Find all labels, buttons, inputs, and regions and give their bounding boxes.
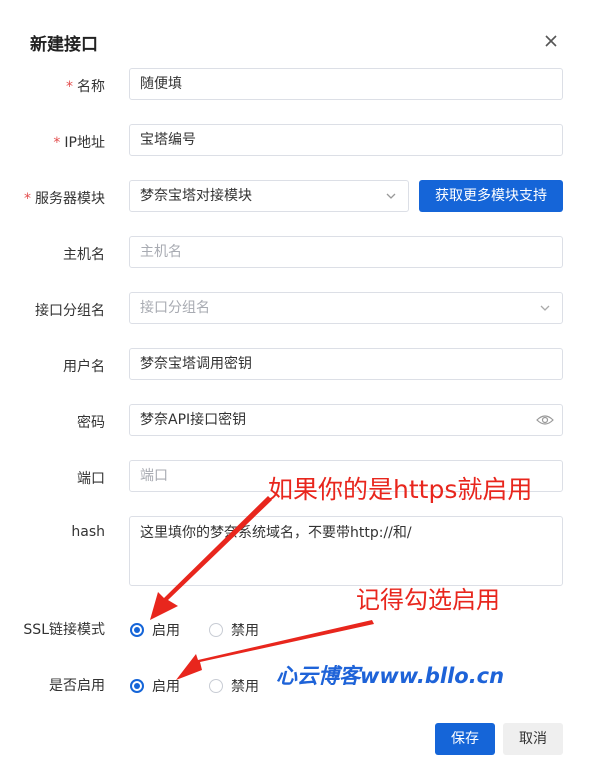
arrow-to-enabled — [176, 620, 374, 680]
new-interface-dialog: 新建接口 * 名称 随便填 * IP地址 宝塔编号 * 服务器模块 梦奈宝塔对接模块 … — [0, 0, 592, 784]
annotation-arrows — [150, 496, 374, 680]
arrow-to-ssl — [150, 496, 272, 620]
